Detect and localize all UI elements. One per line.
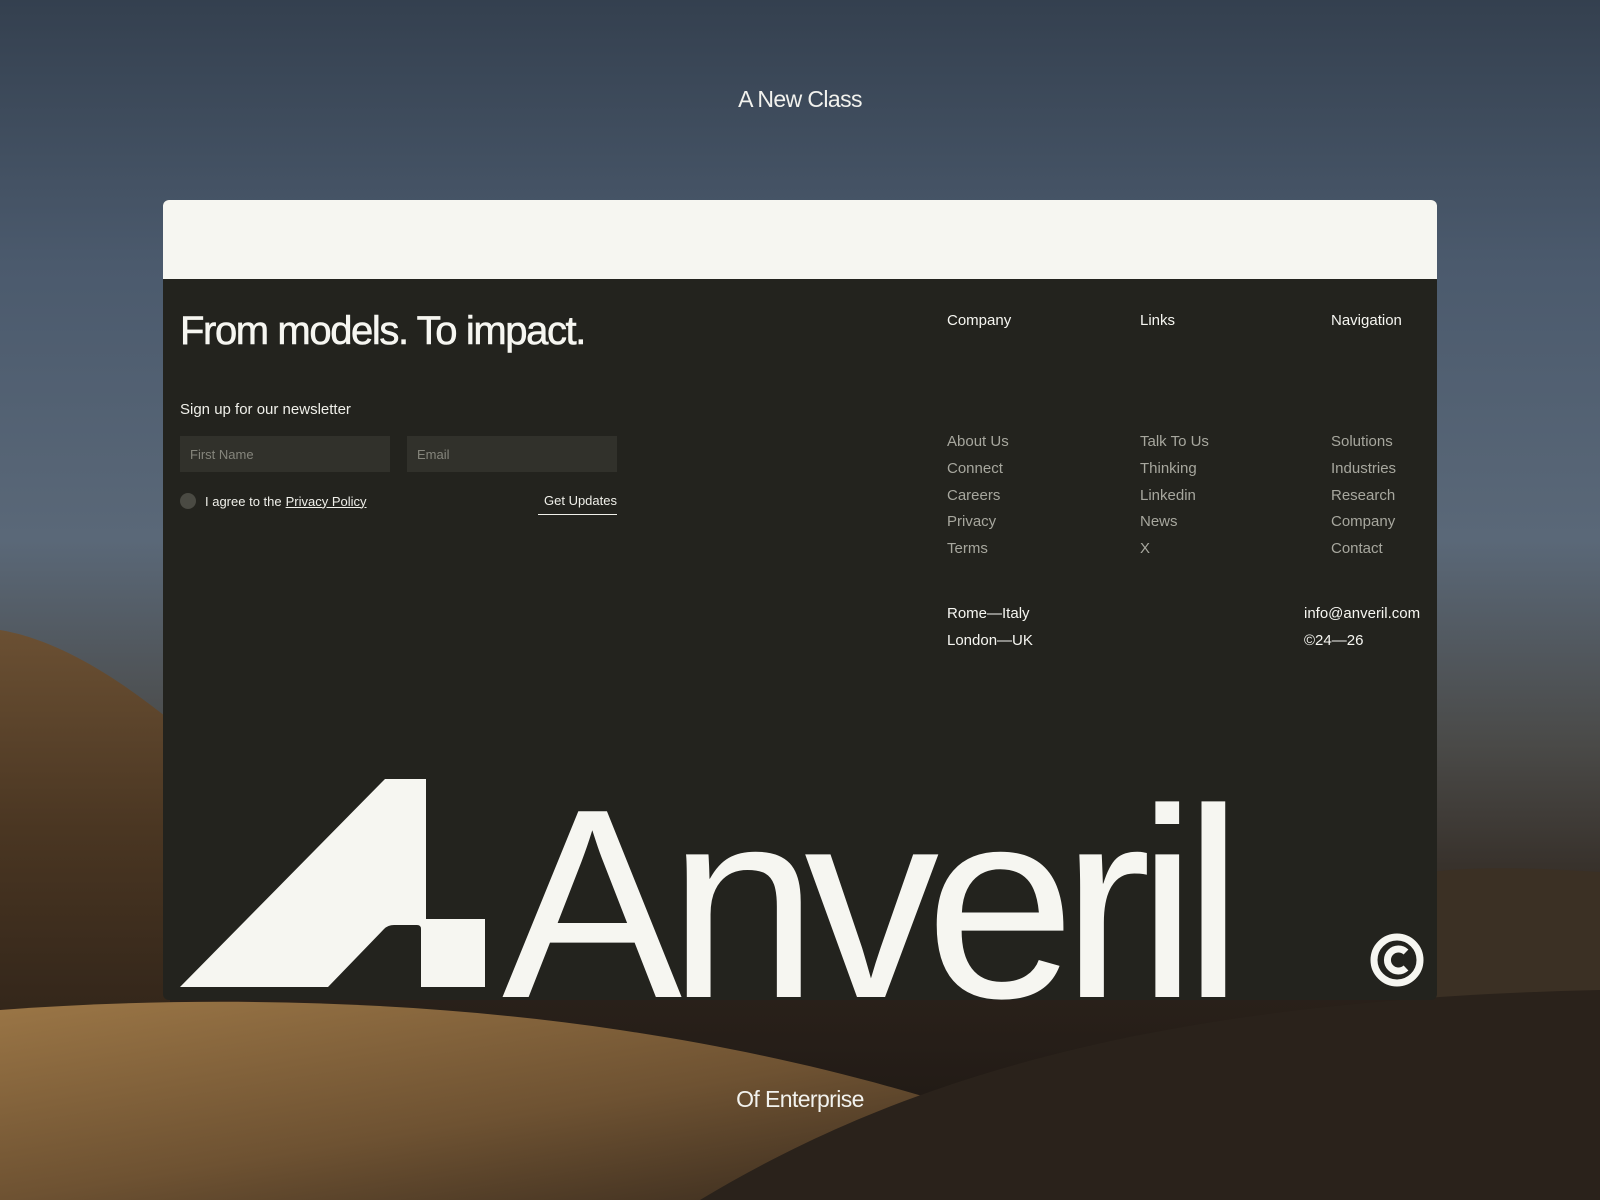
footer-link-research[interactable]: Research <box>1331 483 1396 510</box>
footer-link-careers[interactable]: Careers <box>947 483 1009 510</box>
navigation-links: Solutions Industries Research Company Co… <box>1331 429 1396 563</box>
footer-link-industries[interactable]: Industries <box>1331 456 1396 483</box>
links-heading: Links <box>1140 312 1176 329</box>
location-rome: Rome—Italy <box>947 605 1030 622</box>
footer-link-privacy[interactable]: Privacy <box>947 509 1009 536</box>
wordmark-text: Anveril <box>502 754 1243 1001</box>
first-name-input[interactable] <box>180 436 390 472</box>
agree-checkbox[interactable] <box>180 493 196 509</box>
footer-body: From models. To impact. Sign up for our … <box>163 279 1437 1000</box>
copyright-icon <box>1370 933 1424 987</box>
privacy-agree-row: I agree to the Privacy Policy <box>180 493 367 509</box>
footer-headline: From models. To impact. <box>180 309 587 354</box>
links-links: Talk To Us Thinking Linkedin News X <box>1140 429 1209 563</box>
get-updates-button[interactable]: Get Updates <box>538 493 617 515</box>
contact-info: info@anveril.com ©24—26 <box>1304 601 1420 655</box>
footer-link-thinking[interactable]: Thinking <box>1140 456 1209 483</box>
newsletter-label: Sign up for our newsletter <box>180 401 351 418</box>
navigation-heading: Navigation <box>1331 312 1402 329</box>
company-links: About Us Connect Careers Privacy Terms <box>947 429 1009 563</box>
top-caption: A New Class <box>738 86 862 112</box>
copyright-text: ©24—26 <box>1304 631 1364 649</box>
footer-link-terms[interactable]: Terms <box>947 536 1009 563</box>
location-london: London—UK <box>947 631 1033 649</box>
footer-card: From models. To impact. Sign up for our … <box>163 200 1437 1000</box>
locations: Rome—Italy London—UK <box>947 601 1033 655</box>
agree-text: I agree to the <box>205 493 282 509</box>
footer-link-company[interactable]: Company <box>1331 509 1396 536</box>
company-column: Company About Us Connect Careers Privacy… <box>947 312 1012 557</box>
links-column: Links Talk To Us Thinking Linkedin News … <box>1140 312 1209 557</box>
footer-link-connect[interactable]: Connect <box>947 456 1009 483</box>
footer-link-contact[interactable]: Contact <box>1331 536 1396 563</box>
footer-link-news[interactable]: News <box>1140 509 1209 536</box>
contact-email-link[interactable]: info@anveril.com <box>1304 601 1420 628</box>
footer-link-about-us[interactable]: About Us <box>947 429 1009 456</box>
footer-link-x[interactable]: X <box>1140 536 1209 563</box>
bottom-caption: Of Enterprise <box>736 1086 864 1112</box>
anveril-wordmark: Anveril <box>180 767 1424 1000</box>
navigation-column: Navigation Solutions Industries Research… <box>1331 312 1402 557</box>
privacy-policy-link[interactable]: Privacy Policy <box>286 494 367 509</box>
footer-link-linkedin[interactable]: Linkedin <box>1140 483 1209 510</box>
anveril-a-mark-icon <box>180 779 485 987</box>
footer-link-solutions[interactable]: Solutions <box>1331 429 1396 456</box>
footer-link-talk-to-us[interactable]: Talk To Us <box>1140 429 1209 456</box>
company-heading: Company <box>947 312 1012 329</box>
email-input[interactable] <box>407 436 617 472</box>
footer-top-band <box>163 200 1437 279</box>
